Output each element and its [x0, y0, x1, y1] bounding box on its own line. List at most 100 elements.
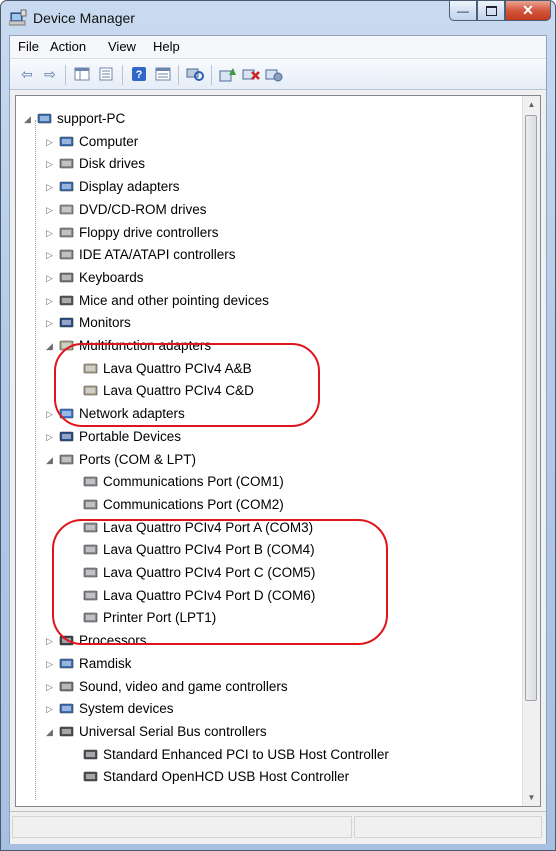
status-pane — [12, 816, 352, 838]
expand-arrow-icon[interactable]: ▷ — [46, 312, 56, 334]
tree-category-node[interactable]: ▷ Display adapters — [16, 176, 521, 198]
tree-device-node[interactable]: Lava Quattro PCIv4 Port B (COM4) — [16, 539, 521, 561]
back-icon[interactable]: ⇦ — [18, 65, 36, 83]
tree-category-node[interactable]: ▷ Floppy drive controllers — [16, 222, 521, 244]
tree-root-node[interactable]: ◢ support-PC — [16, 108, 521, 130]
device-tree[interactable]: ◢ support-PC ▷ Computer ▷ Disk drives ▷ Display… — [15, 95, 541, 807]
tree-device-node[interactable]: Standard Enhanced PCI to USB Host Contro… — [16, 744, 521, 766]
collapse-arrow-icon[interactable]: ◢ — [46, 449, 56, 471]
menu-help[interactable]: Help — [153, 39, 180, 54]
tree-category-node[interactable]: ▷ Mice and other pointing devices — [16, 290, 521, 312]
expand-arrow-icon[interactable]: ▷ — [46, 653, 56, 675]
expand-arrow-icon[interactable]: ▷ — [46, 199, 56, 221]
scroll-thumb[interactable] — [525, 115, 537, 701]
collapse-arrow-icon[interactable]: ◢ — [46, 721, 56, 743]
tree-category-node[interactable]: ▷ System devices — [16, 698, 521, 720]
device-icon — [59, 204, 74, 215]
tree-category-node[interactable]: ◢ Multifunction adapters — [16, 335, 521, 357]
expand-arrow-icon[interactable]: ▷ — [46, 222, 56, 244]
expand-arrow-icon[interactable]: ▷ — [46, 403, 56, 425]
tree-node-label: Sound, video and game controllers — [79, 678, 288, 694]
tree-category-node[interactable]: ▷ Disk drives — [16, 153, 521, 175]
properties-icon[interactable] — [97, 65, 115, 83]
device-icon — [59, 431, 74, 442]
expand-arrow-icon[interactable]: ▷ — [46, 426, 56, 448]
minimize-icon: — — [457, 3, 469, 18]
show-hide-console-tree-icon[interactable] — [73, 65, 91, 83]
close-button[interactable]: ✕ — [505, 1, 551, 21]
title-bar[interactable]: Device Manager — ✕ — [1, 1, 555, 35]
update-driver-icon[interactable] — [219, 65, 237, 83]
tree-node-label: Lava Quattro PCIv4 Port C (COM5) — [103, 565, 316, 580]
tree-node-label: Keyboards — [79, 269, 144, 285]
expand-arrow-icon[interactable]: ▷ — [46, 131, 56, 153]
tree-node-label: Standard OpenHCD USB Host Controller — [103, 769, 350, 785]
scroll-up-arrow-icon[interactable]: ▲ — [523, 96, 540, 113]
device-icon — [59, 159, 74, 169]
device-icon — [83, 567, 98, 578]
tree-node-label: Lava Quattro PCIv4 A&B — [103, 360, 252, 376]
tree-category-node[interactable]: ◢ Ports (COM & LPT) — [16, 449, 521, 471]
uninstall-icon[interactable] — [242, 65, 260, 83]
collapse-arrow-icon[interactable]: ◢ — [46, 335, 56, 357]
menu-view[interactable]: View — [108, 39, 136, 54]
tree-category-node[interactable]: ▷ Ramdisk — [16, 653, 521, 675]
tree-device-node[interactable]: Lava Quattro PCIv4 A&B — [16, 358, 521, 380]
help-icon[interactable]: ? — [130, 65, 148, 83]
tree-device-node[interactable]: Lava Quattro PCIv4 Port A (COM3) — [16, 517, 521, 539]
maximize-button[interactable] — [477, 1, 505, 21]
tree-device-node[interactable]: Communications Port (COM1) — [16, 471, 521, 493]
status-pane — [354, 816, 542, 838]
tree-node-label: Lava Quattro PCIv4 C&D — [103, 383, 254, 399]
tree-device-node[interactable]: Standard OpenHCD USB Host Controller — [16, 766, 521, 788]
tree-node-label: Computer — [79, 133, 139, 149]
minimize-button[interactable]: — — [449, 1, 477, 21]
device-icon — [59, 658, 74, 669]
tree-category-node[interactable]: ▷ Keyboards — [16, 267, 521, 289]
tree-device-node[interactable]: Lava Quattro PCIv4 C&D — [16, 380, 521, 402]
tree-category-node[interactable]: ▷ Sound, video and game controllers — [16, 676, 521, 698]
collapse-arrow-icon[interactable]: ◢ — [24, 108, 34, 130]
tree-device-node[interactable]: Lava Quattro PCIv4 Port C (COM5) — [16, 562, 521, 584]
tree-category-node[interactable]: ▷ Computer — [16, 131, 521, 153]
details-icon[interactable] — [154, 65, 172, 83]
tree-category-node[interactable]: ▷ Network adapters — [16, 403, 521, 425]
tree-category-node[interactable]: ▷ IDE ATA/ATAPI controllers — [16, 244, 521, 266]
tree-device-node[interactable]: Lava Quattro PCIv4 Port D (COM6) — [16, 585, 521, 607]
forward-icon[interactable]: ⇨ — [41, 65, 59, 83]
tree-node-label: Floppy drive controllers — [79, 224, 219, 240]
tree-device-node[interactable]: Printer Port (LPT1) — [16, 607, 521, 629]
scan-hardware-icon[interactable] — [186, 65, 204, 83]
scroll-down-arrow-icon[interactable]: ▼ — [523, 789, 540, 806]
expand-arrow-icon[interactable]: ▷ — [46, 244, 56, 266]
tree-category-node[interactable]: ▷ DVD/CD-ROM drives — [16, 199, 521, 221]
menu-bar: File Action View Help — [10, 36, 546, 59]
tree-category-node[interactable]: ▷ Portable Devices — [16, 426, 521, 448]
tree-node-label: Network adapters — [79, 406, 185, 422]
expand-arrow-icon[interactable]: ▷ — [46, 290, 56, 312]
tree-node-label: Portable Devices — [79, 428, 182, 444]
tree-node-label: Standard Enhanced PCI to USB Host Contro… — [103, 746, 389, 762]
device-icon — [83, 522, 98, 532]
disable-icon[interactable] — [265, 65, 283, 83]
tree-device-node[interactable]: Communications Port (COM2) — [16, 494, 521, 516]
tree-category-node[interactable]: ▷ Monitors — [16, 312, 521, 334]
expand-arrow-icon[interactable]: ▷ — [46, 630, 56, 652]
vertical-scrollbar[interactable]: ▲ ▼ — [522, 96, 540, 806]
device-icon — [83, 476, 98, 487]
expand-arrow-icon[interactable]: ▷ — [46, 698, 56, 720]
device-icon — [83, 771, 98, 782]
expand-arrow-icon[interactable]: ▷ — [46, 176, 56, 198]
menu-file[interactable]: File — [18, 39, 39, 54]
device-manager-window: Device Manager — ✕ File Action View Help… — [0, 0, 556, 851]
tree-category-node[interactable]: ▷ Processors — [16, 630, 521, 652]
caption-buttons: — ✕ — [449, 1, 551, 23]
expand-arrow-icon[interactable]: ▷ — [46, 153, 56, 175]
expand-arrow-icon[interactable]: ▷ — [46, 267, 56, 289]
tree-category-node[interactable]: ◢ Universal Serial Bus controllers — [16, 721, 521, 743]
tree-node-label: Mice and other pointing devices — [79, 292, 269, 308]
menu-action[interactable]: Action — [50, 39, 86, 54]
expand-arrow-icon[interactable]: ▷ — [46, 676, 56, 698]
device-icon — [59, 681, 74, 691]
device-icon — [59, 703, 74, 714]
